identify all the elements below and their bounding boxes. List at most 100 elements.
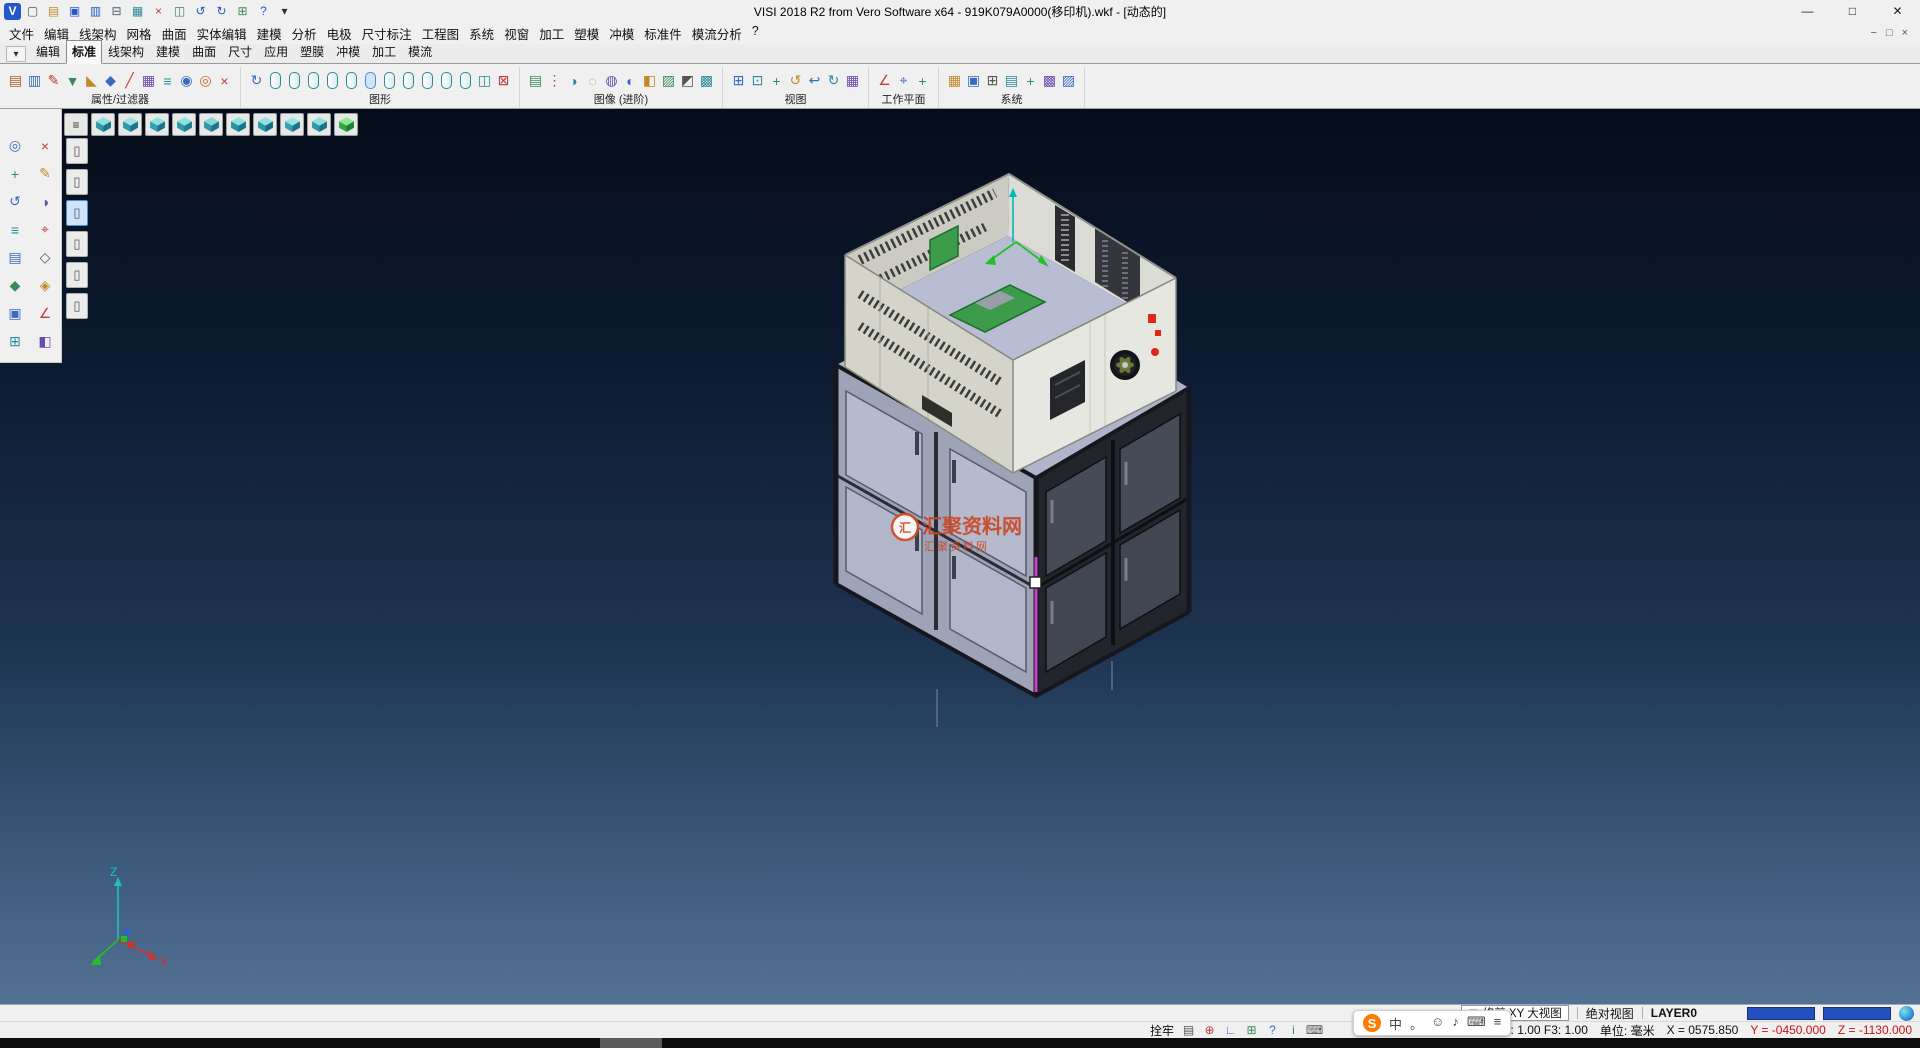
view-menu-icon[interactable]: ≡: [64, 113, 88, 136]
workplane-align-icon[interactable]: ⌖: [895, 69, 912, 93]
graphics-option-6-icon[interactable]: [365, 72, 376, 89]
zoom-all-icon[interactable]: ⊡: [749, 69, 766, 93]
visibility-icon[interactable]: ◉: [178, 69, 195, 93]
open-file-icon[interactable]: ▤: [44, 2, 63, 20]
tab-machining[interactable]: 加工: [366, 40, 402, 64]
calculator-grid-icon[interactable]: ⊞: [984, 69, 1001, 93]
blank-geometry-icon[interactable]: ◇: [32, 245, 59, 270]
snap-lock-label[interactable]: 拴牢: [1150, 1022, 1174, 1039]
graphics-option-4-icon[interactable]: [327, 72, 338, 89]
menu-item[interactable]: ?: [747, 24, 764, 43]
taskbar-edge[interactable]: [0, 1038, 1920, 1048]
tab-wireframe[interactable]: 线架构: [102, 40, 150, 64]
settings-icon[interactable]: +: [1022, 69, 1039, 93]
graphics-option-11-icon[interactable]: [460, 72, 471, 89]
sogou-logo-icon[interactable]: S: [1363, 1014, 1381, 1032]
save-all-icon[interactable]: ▥: [86, 2, 105, 20]
wireframe-icon[interactable]: ◈: [32, 273, 59, 298]
layer-filter-icon[interactable]: ≡: [159, 69, 176, 93]
attributes-icon[interactable]: ▤: [7, 69, 24, 93]
graphics-option-1-icon[interactable]: [270, 72, 281, 89]
snap-toggle-icon[interactable]: ⊕: [1201, 1023, 1218, 1038]
tab-die[interactable]: 冲模: [330, 40, 366, 64]
erase-graphics-icon[interactable]: ⊠: [495, 69, 512, 93]
grid-toggle-icon[interactable]: ⊞: [1243, 1023, 1260, 1038]
help-status-icon[interactable]: ?: [1264, 1023, 1281, 1038]
print-icon[interactable]: ⊟: [107, 2, 126, 20]
cut-icon[interactable]: ×: [149, 2, 168, 20]
globe-icon[interactable]: [1899, 1006, 1914, 1021]
view-left-icon[interactable]: [199, 113, 223, 136]
wireframe-view-icon[interactable]: ◌: [584, 69, 601, 93]
clipboard-slot-4-icon[interactable]: ▯: [66, 231, 88, 257]
filter-edges-icon[interactable]: ◣: [83, 69, 100, 93]
new-file-icon[interactable]: ▢: [23, 2, 42, 20]
view-isometric-green-icon[interactable]: [334, 113, 358, 136]
isolate-icon[interactable]: ◎: [197, 69, 214, 93]
render-settings-icon[interactable]: ▤: [527, 69, 544, 93]
keyboard-status-icon[interactable]: ⌨: [1306, 1023, 1323, 1038]
mirror-icon[interactable]: ◑: [32, 189, 59, 214]
undo-icon[interactable]: ↺: [191, 2, 210, 20]
redo-icon[interactable]: ↻: [212, 2, 231, 20]
active-layer-label[interactable]: LAYER0: [1651, 1006, 1697, 1020]
view-iso-icon[interactable]: [91, 113, 115, 136]
pan-icon[interactable]: +: [768, 69, 785, 93]
tab-mold[interactable]: 塑膜: [294, 40, 330, 64]
tab-surface[interactable]: 曲面: [186, 40, 222, 64]
menu-item[interactable]: 视窗: [499, 24, 534, 43]
clipboard-slot-1-icon[interactable]: ▯: [66, 138, 88, 164]
close-button[interactable]: ✕: [1875, 0, 1920, 22]
save-file-icon[interactable]: ▣: [65, 2, 84, 20]
tab-application[interactable]: 应用: [258, 40, 294, 64]
view-axonometric-icon[interactable]: [280, 113, 304, 136]
texture-icon[interactable]: ▨: [660, 69, 677, 93]
database-icon[interactable]: ▤: [1003, 69, 1020, 93]
hidden-line-icon[interactable]: ◍: [603, 69, 620, 93]
clipboard-slot-6-icon[interactable]: ▯: [66, 293, 88, 319]
taskbar-button[interactable]: [600, 1038, 662, 1048]
redraw-icon[interactable]: ↻: [248, 69, 265, 93]
section-view-icon[interactable]: ◧: [641, 69, 658, 93]
clipboard-slot-5-icon[interactable]: ▯: [66, 262, 88, 288]
menu-item[interactable]: 模流分析: [687, 24, 747, 43]
view-manager-icon[interactable]: ▦: [844, 69, 861, 93]
workplane-angle-icon[interactable]: ∠: [876, 69, 893, 93]
ime-emoji-icon[interactable]: ☺: [1431, 1014, 1444, 1033]
traffic-light-icon[interactable]: ⋮: [546, 69, 563, 93]
selection-mask-icon[interactable]: ▦: [140, 69, 157, 93]
notebook-icon[interactable]: ▤: [1180, 1023, 1197, 1038]
transparency-icon[interactable]: ◐: [622, 69, 639, 93]
plot-icon[interactable]: ▦: [128, 2, 147, 20]
ruler-icon[interactable]: ▨: [1060, 69, 1077, 93]
child-minimize-button[interactable]: −: [1870, 27, 1876, 39]
layers-icon[interactable]: ▤: [2, 245, 29, 270]
viewport-3d[interactable]: ≡: [0, 109, 1920, 1004]
selection-handle[interactable]: [1030, 577, 1041, 588]
shaded-view-icon[interactable]: ◑: [565, 69, 582, 93]
freeze-graphics-icon[interactable]: ◫: [476, 69, 493, 93]
rotate-view-icon[interactable]: ↺: [787, 69, 804, 93]
graphics-option-2-icon[interactable]: [289, 72, 300, 89]
filter-wires-icon[interactable]: ╱: [121, 69, 138, 93]
refresh-view-icon[interactable]: ↻: [825, 69, 842, 93]
tab-edit[interactable]: 编辑: [30, 40, 66, 64]
menu-item[interactable]: 加工: [534, 24, 569, 43]
view-bottom-icon[interactable]: [253, 113, 277, 136]
trim-icon[interactable]: ×: [32, 133, 59, 158]
copy-icon[interactable]: ◫: [170, 2, 189, 20]
clear-filter-icon[interactable]: ×: [216, 69, 233, 93]
tab-modeling[interactable]: 建模: [150, 40, 186, 64]
child-close-button[interactable]: ×: [1902, 27, 1908, 39]
cad-model[interactable]: 汇 汇聚资料网 汇聚资料网: [700, 130, 1320, 770]
tab-standard[interactable]: 标准: [66, 40, 102, 64]
ime-voice-icon[interactable]: ♪: [1452, 1014, 1459, 1033]
attribute-paint-icon[interactable]: ✎: [45, 69, 62, 93]
grid-icon[interactable]: ⊞: [2, 329, 29, 354]
view-front-icon[interactable]: [145, 113, 169, 136]
axis-icon[interactable]: ∠: [32, 301, 59, 326]
background-icon[interactable]: ▩: [698, 69, 715, 93]
info-status-icon[interactable]: i: [1285, 1023, 1302, 1038]
clipboard-slot-3-icon[interactable]: ▯: [66, 200, 88, 226]
macro-icon[interactable]: ▩: [1041, 69, 1058, 93]
